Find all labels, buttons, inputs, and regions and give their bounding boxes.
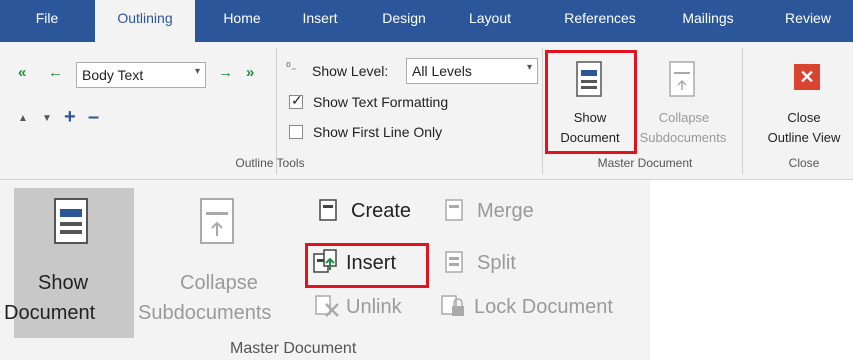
tab-design[interactable]: Design [372,0,436,42]
outline-level-select[interactable]: Body Text ▾ [76,62,206,88]
outline-level-value: Body Text [82,67,144,83]
tab-review[interactable]: Review [775,0,841,42]
insert-button[interactable] [305,243,429,288]
collapse-subdocuments-line2: Subdocuments [639,130,727,145]
move-down-icon[interactable]: ▼ [42,113,52,124]
group-label-outline-tools: Outline Tools [235,156,305,170]
expand-icon[interactable]: + [64,106,76,129]
tab-file[interactable]: File [22,0,72,42]
collapse-subdocuments-line1: Collapse [658,110,710,125]
divider [742,48,743,174]
zoom-show-line2[interactable]: Document [4,302,95,325]
group-label-master-document: Master Document [597,156,693,170]
tab-insert[interactable]: Insert [290,0,350,42]
chevron-down-icon: ▾ [194,66,200,77]
unlink-icon [315,295,339,317]
unlink-button: Unlink [346,296,402,318]
show-first-line-only-label: Show First Line Only [313,124,443,140]
show-document-button[interactable] [545,50,637,154]
chevron-down-icon: ▾ [526,62,532,73]
show-level-label: Show Level: [312,63,389,79]
lock-document-button: Lock Document [474,296,613,318]
show-level-value: All Levels [412,63,472,79]
lock-document-icon [441,295,464,316]
collapse-subdocuments-icon [669,61,695,97]
demote-icon[interactable]: → [218,64,233,81]
tab-home[interactable]: Home [212,0,272,42]
show-document-icon [54,198,88,244]
zoom-group-label-master-document: Master Document [230,340,357,357]
tab-references[interactable]: References [552,0,648,42]
close-outline-line2[interactable]: Outline View [754,130,853,145]
move-up-icon[interactable]: ▲ [18,113,28,124]
promote-to-heading1-icon[interactable]: « [18,64,26,81]
zoom-show-line1: Show [38,272,89,294]
promote-icon[interactable]: ← [48,64,63,81]
group-label-close: Close [788,156,820,170]
tab-outlining[interactable]: Outlining [95,0,195,44]
ribbon-tab-bar: File Outlining Home Insert Design Layout… [0,0,853,44]
create-button[interactable]: Create [351,200,411,223]
demote-to-body-icon[interactable]: » [246,64,254,81]
zoom-collapse-line1: Collapse [180,272,258,294]
divider [542,48,543,174]
show-level-icon: ⁰₋ [286,60,298,74]
tab-mailings[interactable]: Mailings [670,0,746,42]
create-icon [319,199,337,221]
show-text-formatting-checkbox[interactable] [289,92,303,109]
tab-layout[interactable]: Layout [458,0,522,42]
close-outline-view-icon: ✕ [794,64,820,90]
collapse-subdocuments-icon [200,198,234,244]
show-level-select[interactable]: All Levels ▾ [406,58,538,84]
split-button: Split [477,252,516,274]
zoom-collapse-line2: Subdocuments [138,302,272,324]
close-outline-line1[interactable]: Close [754,110,853,125]
collapse-icon[interactable]: – [88,106,99,129]
split-icon [445,251,463,273]
merge-button: Merge [477,200,534,222]
show-text-formatting-label: Show Text Formatting [313,94,449,110]
show-first-line-only-checkbox[interactable] [289,125,303,139]
merge-icon [445,199,463,221]
